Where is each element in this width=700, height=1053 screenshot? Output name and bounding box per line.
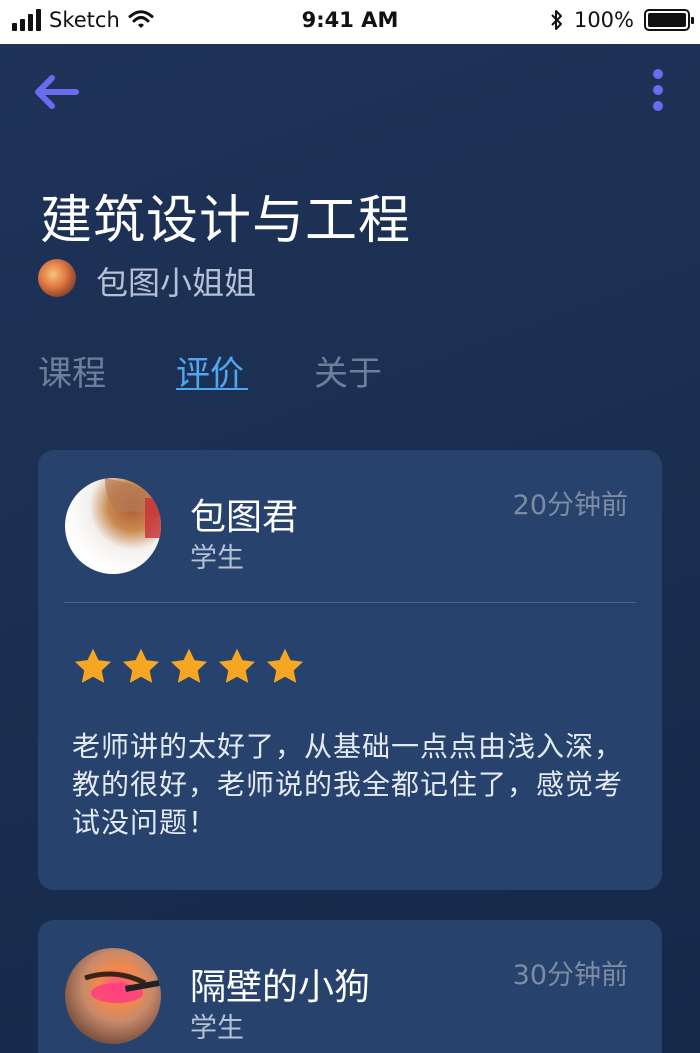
arrow-left-icon xyxy=(35,75,79,109)
status-right: 100% xyxy=(550,8,694,32)
review-time: 20分钟前 xyxy=(512,490,628,521)
avatar-image xyxy=(105,478,161,538)
battery-percent: 100% xyxy=(573,8,634,32)
tab-about[interactable]: 关于 xyxy=(314,346,382,395)
avatar-image xyxy=(84,971,161,1003)
author-name[interactable]: 包图小姐姐 xyxy=(96,258,256,304)
star-icon xyxy=(218,648,256,683)
star-icon xyxy=(266,648,304,683)
back-button[interactable] xyxy=(32,72,80,112)
avatar[interactable] xyxy=(65,478,161,574)
battery-icon xyxy=(644,9,694,31)
reviewer-name: 包图君 xyxy=(190,497,299,538)
tab-course[interactable]: 课程 xyxy=(38,346,106,395)
author-avatar[interactable] xyxy=(38,259,76,297)
star-icon xyxy=(74,648,112,683)
course-title: 建筑设计与工程 xyxy=(40,191,412,251)
star-rating xyxy=(72,646,306,688)
reviewer-role: 学生 xyxy=(190,1013,244,1044)
status-bar: Sketch 9:41 AM 100% xyxy=(0,0,700,44)
review-time: 30分钟前 xyxy=(512,960,628,991)
avatar[interactable] xyxy=(65,948,161,1044)
bluetooth-icon xyxy=(551,10,562,30)
divider xyxy=(64,602,636,603)
reviewer-name: 隔壁的小狗 xyxy=(190,967,371,1008)
more-options-button[interactable] xyxy=(646,66,670,118)
more-vertical-icon xyxy=(653,69,663,111)
review-text: 老师讲的太好了，从基础一点点由浅入深，教的很好，老师说的我全都记住了，感觉考试没… xyxy=(72,730,624,839)
star-icon xyxy=(122,648,160,683)
review-card: 隔壁的小狗 学生 30分钟前 xyxy=(38,920,662,1053)
reviewer-role: 学生 xyxy=(190,543,244,574)
star-icon xyxy=(170,648,208,683)
review-card: 包图君 学生 20分钟前 老师讲的太好了，从基础一点点由浅入深，教的很好，老师说… xyxy=(38,450,662,890)
active-tab-indicator xyxy=(176,388,248,390)
